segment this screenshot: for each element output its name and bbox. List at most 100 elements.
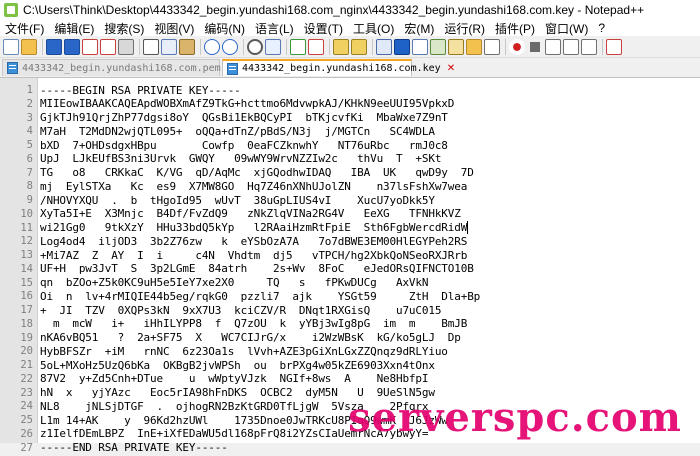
open-file-icon[interactable] — [21, 38, 37, 55]
file-icon — [7, 62, 18, 74]
spellcheck-icon[interactable] — [606, 38, 622, 55]
menu-item[interactable]: 运行(R) — [439, 20, 490, 37]
menu-item[interactable]: 窗口(W) — [540, 20, 593, 37]
save-all-icon[interactable] — [64, 38, 80, 55]
toolbar-separator — [243, 38, 244, 55]
line-number: 6 — [26, 152, 33, 165]
paste-icon[interactable] — [179, 38, 195, 55]
line-number: 26 — [20, 427, 33, 440]
line-text[interactable]: + JI TZV 0XQPs3kN 9xX7U3 kciCZV/R DNqt1R… — [40, 304, 441, 317]
line-text[interactable]: MIIEowIBAAKCAQEApdWOBXmAfZ9TkG+hcttmo6Md… — [40, 97, 454, 110]
tab-label: 4433342_begin.yundashi168.com.key — [242, 63, 441, 74]
line-text[interactable]: HybBFSZr +iM rnNC 6z23Oa1s lVvh+AZE3pGiX… — [40, 345, 448, 358]
line-text[interactable]: nKA6vBQ51 ? 2a+SF75 X WC7CIJrG/x i2WzWBs… — [40, 331, 461, 344]
doc-map-icon[interactable] — [430, 38, 446, 55]
line-text[interactable]: m mcW i+ iHhILYPP8 f Q7zOU k yYBj3wIg8pG… — [40, 317, 467, 330]
copy-icon[interactable] — [161, 38, 177, 55]
sync-horizontal-icon[interactable] — [351, 38, 367, 55]
line-text[interactable]: Oi n lv+4rMIQIE44b5eg/rqkG0 pzzli7 ajk Y… — [40, 290, 480, 303]
toolbar — [0, 36, 700, 58]
editor-line: 27 -----END RSA PRIVATE KEY----- — [0, 440, 700, 456]
find-icon[interactable] — [247, 38, 263, 55]
close-all-icon[interactable] — [100, 38, 116, 55]
line-number: 5 — [26, 139, 33, 151]
line-text[interactable]: 87V2 y+Zd5Cnh+DTue u wWptyVJzk NGIf+8ws … — [40, 372, 429, 385]
save-icon[interactable] — [46, 38, 62, 55]
line-text[interactable]: XyTa5I+E X3Mnjc B4Df/FvZdQ9 zNkZlqVINa2R… — [40, 207, 461, 220]
menu-item[interactable]: 文件(F) — [0, 20, 49, 37]
word-wrap-icon[interactable] — [376, 38, 392, 55]
line-number: 22 — [20, 372, 33, 385]
menu-item[interactable]: 插件(P) — [490, 20, 540, 37]
close-icon[interactable] — [82, 38, 98, 55]
line-number: 3 — [26, 111, 33, 124]
zoom-in-icon[interactable] — [290, 38, 306, 55]
function-list-icon[interactable] — [448, 38, 464, 55]
line-text[interactable]: UF+H pw3JvT S 3p2LGmE 84atrh 2s+Wv 8FoC … — [40, 262, 474, 275]
undo-icon[interactable] — [204, 38, 220, 55]
line-text[interactable]: GjkTJh91QrjZhP77dgsi8oY QGsBi1EkBQCyPI b… — [40, 111, 448, 124]
indent-guide-icon[interactable] — [412, 38, 428, 55]
menu-item[interactable]: ? — [593, 21, 610, 35]
menu-item[interactable]: 工具(O) — [348, 20, 399, 37]
line-number: 11 — [20, 221, 33, 234]
line-text[interactable]: -----BEGIN RSA PRIVATE KEY----- — [40, 84, 241, 97]
redo-icon[interactable] — [222, 38, 238, 55]
save-macro-icon[interactable] — [581, 38, 597, 55]
record-macro-icon[interactable] — [509, 38, 525, 55]
tab-key-file[interactable]: 4433342_begin.yundashi168.com.key ✕ — [222, 59, 455, 76]
line-number: 18 — [20, 317, 33, 330]
line-number: 16 — [20, 290, 33, 303]
tab-close-icon[interactable]: ✕ — [447, 63, 455, 74]
sync-vertical-icon[interactable] — [333, 38, 349, 55]
menu-item[interactable]: 宏(M) — [399, 20, 439, 37]
show-all-chars-icon[interactable] — [394, 38, 410, 55]
window-title: C:\Users\Think\Desktop\4433342_begin.yun… — [23, 3, 645, 17]
line-text[interactable]: TG o8 CRKkaC K/VG qD/AqMc xjGQodhwIDAQ I… — [40, 166, 474, 179]
menu-item[interactable]: 搜索(S) — [99, 20, 149, 37]
tab-bar: 4433342_begin.yundashi168.com.pem 443334… — [0, 58, 700, 78]
menu-item[interactable]: 语言(L) — [250, 20, 299, 37]
line-text[interactable]: /NHOVYXQU . b tHgoId95 wUvT 38uGpLIUS4vI… — [40, 194, 435, 207]
line-number: 27 — [20, 441, 33, 454]
line-text[interactable]: wi21Gg0 9tkXzY HHu33bdQ5kYp l2RAaiHzmRtF… — [40, 221, 469, 235]
print-icon[interactable] — [118, 38, 134, 55]
title-bar: C:\Users\Think\Desktop\4433342_begin.yun… — [0, 0, 700, 20]
line-number: 4 — [26, 125, 33, 138]
line-number: 12 — [20, 235, 33, 248]
replace-icon[interactable] — [265, 38, 281, 55]
line-text[interactable]: 5oL+MXoHz5UzQ6bKa OKBgB2jvWPSh ou brPXg4… — [40, 359, 435, 372]
stop-macro-icon[interactable] — [527, 38, 543, 55]
menu-item[interactable]: 设置(T) — [299, 20, 348, 37]
line-number: 21 — [20, 359, 33, 371]
menu-item[interactable]: 视图(V) — [149, 20, 199, 37]
line-text[interactable]: UpJ LJkEUfBS3ni3Urvk GWQY 09wWY9WrvNZZIw… — [40, 152, 441, 165]
line-number: 25 — [20, 414, 33, 426]
tab-label: 4433342_begin.yundashi168.com.pem — [22, 62, 221, 74]
line-text[interactable]: Log4od4 iljOD3 3b2Z76zw k eYSbOzA7A 7o7d… — [40, 235, 467, 248]
line-text[interactable]: +Mi7AZ Z AY I i c4N Vhdtm dj5 vTPCH/hg2X… — [40, 249, 467, 262]
toolbar-separator — [200, 38, 201, 55]
line-number: 1 — [26, 84, 33, 96]
line-text[interactable]: mj EylSTXa Kc es9 X7MW8GO Hq7Z46nXNhUJol… — [40, 180, 467, 193]
editor-area[interactable]: 1 -----BEGIN RSA PRIVATE KEY----- 2 MIIEowI… — [0, 78, 700, 454]
play-macro-icon[interactable] — [545, 38, 561, 55]
line-text[interactable]: bXD 7+OHDsdgxHBpu Cowfp 0eaFCZknwhY NT76… — [40, 139, 448, 152]
new-file-icon[interactable] — [3, 38, 19, 55]
zoom-out-icon[interactable] — [308, 38, 324, 55]
menu-bar: 文件(F) 编辑(E) 搜索(S) 视图(V) 编码(N) 语言(L) 设置(T) 工具(O)… — [0, 20, 700, 36]
play-multiple-icon[interactable] — [563, 38, 579, 55]
monitoring-icon[interactable] — [484, 38, 500, 55]
menu-item[interactable]: 编辑(E) — [49, 20, 99, 37]
file-icon — [227, 62, 238, 75]
line-number: 17 — [20, 304, 33, 316]
line-number: 24 — [20, 400, 33, 413]
line-number: 8 — [26, 180, 33, 193]
tab-pem-file[interactable]: 4433342_begin.yundashi168.com.pem — [2, 59, 221, 76]
toolbar-separator — [139, 38, 140, 55]
line-text[interactable]: M7aH T2MdDN2wjQTL095+ oQQa+dTnZ/pBdS/N3j… — [40, 125, 435, 138]
cut-icon[interactable] — [143, 38, 159, 55]
line-text[interactable]: qn bZOo+Z5k0KC9uH5e5IeY7xe2X0 TQ s fPKwD… — [40, 276, 429, 289]
folder-workspace-icon[interactable] — [466, 38, 482, 55]
menu-item[interactable]: 编码(N) — [199, 20, 250, 37]
